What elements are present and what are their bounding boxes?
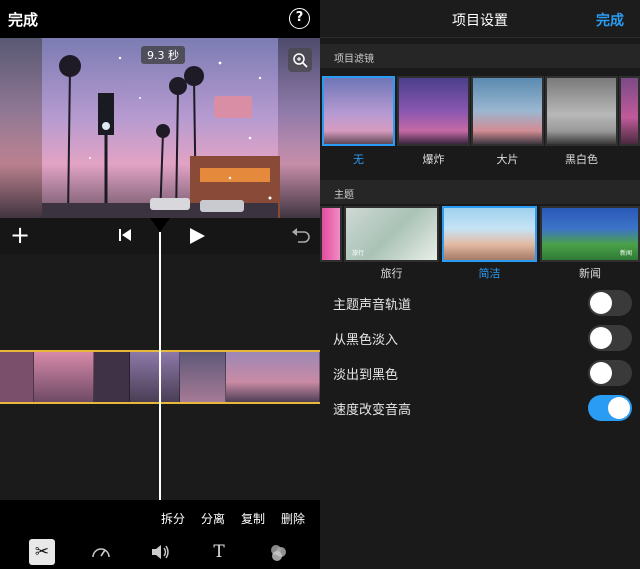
done-button[interactable]: 完成 [8,9,38,30]
clip-frame [94,352,130,402]
theme-music-toggle[interactable] [588,290,632,316]
playhead-marker [150,218,170,232]
rewind-icon[interactable] [118,228,132,242]
project-settings-pane: 项目设置 完成 项目滤镜 无 爆炸 大片 黑白色 主题 旅行 新闻 旅行 简洁 … [320,0,640,569]
speed-pitch-label: 速度改变音高 [333,403,412,418]
filter-explode-label: 爆炸 [422,153,445,166]
speed-pitch-toggle[interactable] [588,395,632,421]
filter-icon[interactable] [265,539,291,565]
filter-none-thumbnail[interactable] [322,76,395,146]
duplicate-button[interactable]: 复制 [241,510,265,527]
filter-bw-thumbnail[interactable] [545,76,618,146]
detach-button[interactable]: 分离 [201,510,225,527]
clip-frame [0,352,34,402]
theme-simple-label: 简洁 [478,267,501,280]
play-icon[interactable] [188,227,206,245]
fade-out-label: 淡出到黑色 [333,368,399,383]
theme-travel-caption: 旅行 [352,250,365,257]
zoom-icon [293,53,308,68]
theme-simple-thumbnail[interactable] [442,206,537,262]
theme-music-label: 主题声音轨道 [333,298,412,313]
split-button[interactable]: 拆分 [161,510,185,527]
clip-action-bar: 拆分 分离 复制 删除 [0,500,320,534]
fade-in-label: 从黑色淡入 [333,333,399,348]
settings-header: 项目设置 完成 [320,0,640,38]
theme-news-label: 新闻 [579,267,601,280]
scissors-icon[interactable]: ✂ [29,539,55,565]
themes-section-header: 主题 [320,180,640,204]
fade-out-row: 淡出到黑色 [320,356,640,391]
speed-icon[interactable] [88,539,114,565]
volume-icon[interactable] [147,539,173,565]
theme-travel-label: 旅行 [380,267,403,280]
speed-pitch-row: 速度改变音高 [320,391,640,426]
title-icon[interactable]: T [206,539,232,565]
settings-done-button[interactable]: 完成 [596,10,624,30]
fade-in-row: 从黑色淡入 [320,321,640,356]
theme-news-caption: 新闻 [619,250,632,257]
delete-button[interactable]: 删除 [281,510,305,527]
clip-frame [180,352,226,402]
filter-bw-label: 黑白色 [565,153,598,166]
editor-pane: 完成 ? 9.3 秒 + 拆分 分离 复制 删除 ✂ T [0,0,320,569]
filter-next-thumbnail[interactable] [619,76,640,146]
clip-frame [34,352,94,402]
playhead-line[interactable] [159,232,161,500]
theme-music-row: 主题声音轨道 [320,286,640,321]
clip-frame [130,352,180,402]
fade-out-toggle[interactable] [588,360,632,386]
editor-top-bar: 完成 ? [0,0,320,38]
fade-in-toggle[interactable] [588,325,632,351]
theme-prev-thumbnail[interactable] [320,206,342,262]
help-button[interactable]: ? [289,8,310,29]
undo-icon[interactable] [290,227,310,245]
filters-section-label: 项目滤镜 [334,54,374,65]
page-title: 项目设置 [452,13,508,29]
add-media-button[interactable]: + [10,223,30,247]
filter-none-label: 无 [353,153,364,166]
zoom-button[interactable] [288,48,312,72]
clip-duration-label: 9.3 秒 [141,46,185,64]
filter-blockbuster-label: 大片 [496,153,519,166]
filter-blockbuster-thumbnail[interactable] [471,76,544,146]
themes-section-label: 主题 [334,190,354,201]
preview-image [42,38,280,218]
clip-frame [226,352,320,402]
video-preview[interactable]: 9.3 秒 [0,38,320,218]
filters-section-header: 项目滤镜 [320,44,640,68]
theme-travel-thumbnail[interactable]: 旅行 [344,206,439,262]
theme-news-thumbnail[interactable]: 新闻 [540,206,640,262]
edit-toolbar: ✂ T [0,534,320,569]
filter-explode-thumbnail[interactable] [397,76,470,146]
